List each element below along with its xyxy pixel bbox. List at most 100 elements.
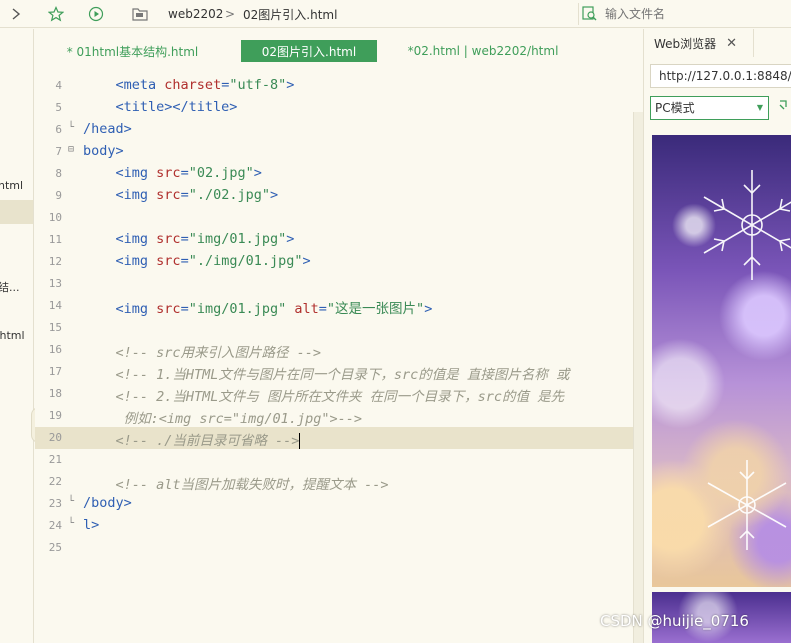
star-icon[interactable] xyxy=(46,4,66,24)
code-line[interactable]: 4 <meta charset="utf-8"> xyxy=(35,75,633,97)
editor-scrollbar[interactable] xyxy=(633,112,643,643)
fold-guide: └ xyxy=(68,518,75,529)
top-toolbar: web2202 > 02图片引入.html xyxy=(0,0,791,28)
code-text: 例如:<img src="img/01.jpg">--> xyxy=(123,411,362,427)
code-line[interactable]: 19 例如:<img src="img/01.jpg">--> xyxy=(35,405,633,427)
line-number: 8 xyxy=(55,167,62,180)
line-number: 18 xyxy=(48,387,62,400)
code-text: <img src="img/01.jpg" alt="这是一张图片"> xyxy=(115,301,433,317)
line-number: 15 xyxy=(48,321,62,334)
line-number: 9 xyxy=(55,189,62,202)
tab-01html[interactable]: * 01html基本结构.html xyxy=(60,40,205,62)
code-line[interactable]: 21 xyxy=(35,449,633,471)
code-line[interactable]: 23 └ /body> xyxy=(35,493,633,515)
rendered-image xyxy=(652,135,791,587)
code-line[interactable]: 5 <title></title> xyxy=(35,97,633,119)
project-item-selected[interactable] xyxy=(0,200,33,224)
code-line[interactable]: 24 └ l> xyxy=(35,515,633,537)
code-line[interactable]: 15 xyxy=(35,317,633,339)
code-line[interactable]: 18 <!-- 2.当HTML文件与 图片所在文件夹 在同一个目录下，src的值… xyxy=(35,383,633,405)
code-line[interactable]: 7 ⊟ body> xyxy=(35,141,633,163)
project-item[interactable]: html xyxy=(0,179,23,192)
code-editor[interactable]: 4 <meta charset="utf-8"> 5 <title></title… xyxy=(35,71,633,643)
code-text: <!-- alt当图片加载失败时，提醒文本 --> xyxy=(115,477,389,493)
browser-mode-select[interactable]: PC模式 ▼ xyxy=(650,96,769,120)
line-number: 11 xyxy=(48,233,62,246)
code-text: body> xyxy=(83,143,124,159)
close-icon[interactable]: ✕ xyxy=(726,36,737,51)
code-text: <img src="./img/01.jpg"> xyxy=(115,253,311,269)
line-number: 12 xyxy=(48,255,62,268)
line-number: 5 xyxy=(55,101,62,114)
run-icon[interactable] xyxy=(86,4,106,24)
code-text: /body> xyxy=(83,495,132,511)
line-number: 17 xyxy=(48,365,62,378)
breadcrumb-separator: > xyxy=(225,7,236,21)
watermark: CSDN @huijie_0716 xyxy=(600,612,749,630)
fold-guide: └ xyxy=(68,122,75,133)
code-line[interactable]: 22 <!-- alt当图片加载失败时，提醒文本 --> xyxy=(35,471,633,493)
code-text: <!-- ./当前目录可省略 --> xyxy=(115,433,301,449)
line-number: 14 xyxy=(48,299,62,312)
text-cursor xyxy=(299,433,301,449)
code-line[interactable]: 9 <img src="./02.jpg"> xyxy=(35,185,633,207)
breadcrumb-file[interactable]: 02图片引入.html xyxy=(243,0,337,28)
line-number: 21 xyxy=(48,453,62,466)
tab-web-browser[interactable]: Web浏览器 ✕ xyxy=(644,29,754,57)
code-line[interactable]: 16 <!-- src用来引入图片路径 --> xyxy=(35,339,633,361)
code-line[interactable]: 25 xyxy=(35,537,633,559)
code-text: <title></title> xyxy=(115,99,238,115)
file-search-input[interactable] xyxy=(605,4,775,24)
dropdown-arrow-icon: ▼ xyxy=(756,103,763,112)
tab-02html[interactable]: *02.html | web2202/html xyxy=(403,40,563,62)
line-number: 4 xyxy=(55,79,62,92)
code-line[interactable]: 14 <img src="img/01.jpg" alt="这是一张图片"> xyxy=(35,295,633,317)
line-number: 20 xyxy=(48,431,62,444)
file-search xyxy=(578,3,791,25)
fold-toggle-icon[interactable]: ⊟ xyxy=(68,144,74,155)
code-line[interactable]: 11 <img src="img/01.jpg"> xyxy=(35,229,633,251)
editor-tabbar: * 01html基本结构.html 02图片引入.html *02.html |… xyxy=(35,29,666,71)
project-panel: html 结... .html xyxy=(0,29,34,643)
code-line[interactable]: 13 xyxy=(35,273,633,295)
file-search-icon xyxy=(581,5,597,24)
code-text: <meta charset="utf-8"> xyxy=(115,77,295,93)
code-text: <img src="img/01.jpg"> xyxy=(115,231,295,247)
line-number: 22 xyxy=(48,475,62,488)
tab-02-image[interactable]: 02图片引入.html xyxy=(241,40,377,62)
project-item[interactable]: .html xyxy=(0,329,25,342)
code-text: l> xyxy=(83,517,100,533)
code-text: <!-- 1.当HTML文件与图片在同一个目录下，src的值是 直接图片名称 或 xyxy=(115,367,570,383)
breadcrumb-project[interactable]: web2202 xyxy=(168,0,223,28)
code-text: /head> xyxy=(83,121,132,137)
line-number: 23 xyxy=(48,497,62,510)
chevron-right-icon[interactable] xyxy=(6,4,26,24)
fold-guide: └ xyxy=(68,496,75,507)
snowflake-graphic xyxy=(703,170,791,550)
browser-mode-value: PC模式 xyxy=(655,101,695,115)
code-line[interactable]: 6 └ /head> xyxy=(35,119,633,141)
code-text: <img src="./02.jpg"> xyxy=(115,187,279,203)
project-item[interactable]: 结... xyxy=(0,279,20,295)
code-text: <!-- src用来引入图片路径 --> xyxy=(115,345,322,361)
code-text: <img src="02.jpg"> xyxy=(115,165,262,181)
web-browser-panel: Web浏览器 ✕ http://127.0.0.1:8848/w PC模式 ▼ xyxy=(643,29,791,643)
browser-url-field[interactable]: http://127.0.0.1:8848/w xyxy=(650,64,791,88)
code-line[interactable]: 20 <!-- ./当前目录可省略 --> xyxy=(35,427,633,449)
line-number: 19 xyxy=(48,409,62,422)
code-line[interactable]: 10 xyxy=(35,207,633,229)
code-line[interactable]: 17 <!-- 1.当HTML文件与图片在同一个目录下，src的值是 直接图片名… xyxy=(35,361,633,383)
code-line[interactable]: 12 <img src="./img/01.jpg"> xyxy=(35,251,633,273)
line-number: 7 xyxy=(55,145,62,158)
line-number: 6 xyxy=(55,123,62,136)
line-number: 24 xyxy=(48,519,62,532)
line-number: 13 xyxy=(48,277,62,290)
folder-icon xyxy=(130,4,150,24)
line-number: 25 xyxy=(48,541,62,554)
code-line[interactable]: 8 <img src="02.jpg"> xyxy=(35,163,633,185)
line-number: 10 xyxy=(48,211,62,224)
web-browser-tab-label: Web浏览器 xyxy=(654,36,717,51)
code-text: <!-- 2.当HTML文件与 图片所在文件夹 在同一个目录下，src的值 是先 xyxy=(115,389,565,405)
line-number: 16 xyxy=(48,343,62,356)
refresh-icon[interactable] xyxy=(778,99,790,115)
